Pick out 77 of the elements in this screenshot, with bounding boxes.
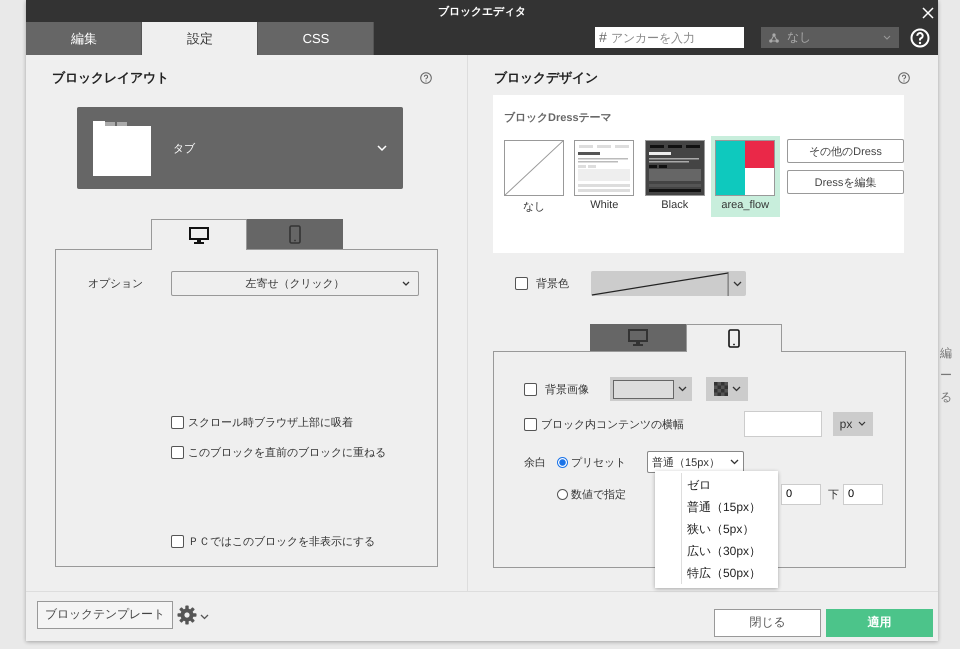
phone-icon bbox=[728, 329, 740, 348]
menu-item[interactable]: 狭い（5px） bbox=[687, 518, 778, 540]
dress-theme[interactable]: area_flow bbox=[710, 136, 780, 217]
checkbox-label: このブロックを直前のブロックに重ねる bbox=[188, 446, 386, 460]
caret-icon bbox=[678, 386, 687, 392]
checkbox-label: ブロック内コンテンツの横幅 bbox=[541, 418, 684, 432]
caret-icon bbox=[733, 280, 742, 286]
caret-icon bbox=[730, 459, 739, 465]
theme-thumbnail bbox=[574, 140, 634, 196]
width-field[interactable] bbox=[744, 411, 822, 437]
caret-icon bbox=[883, 34, 891, 40]
image-picker[interactable] bbox=[610, 377, 692, 401]
checkbox[interactable] bbox=[171, 446, 184, 459]
theme-thumbnail bbox=[504, 140, 564, 196]
window-title: ブロックエディタ bbox=[438, 4, 526, 18]
layout-select[interactable]: タブ bbox=[77, 107, 403, 189]
menu-item[interactable]: 広い（30px） bbox=[687, 540, 778, 562]
section-heading: ブロックデザイン bbox=[494, 69, 598, 87]
background-text: 編 bbox=[940, 345, 952, 361]
dress-theme[interactable]: なし bbox=[499, 136, 568, 217]
checkbox[interactable] bbox=[515, 277, 528, 290]
device-tab[interactable] bbox=[686, 324, 782, 352]
caret-icon[interactable] bbox=[200, 614, 209, 620]
background-text: ー bbox=[940, 367, 952, 383]
hash-sign: # bbox=[599, 29, 607, 45]
caret-icon bbox=[732, 386, 740, 392]
close-icon[interactable] bbox=[922, 7, 934, 19]
dress-button[interactable]: Dressを編集 bbox=[787, 170, 904, 194]
settings-icon[interactable] bbox=[177, 604, 197, 624]
menu-item[interactable]: 普通（15px） bbox=[687, 496, 778, 518]
option-label: オプション bbox=[88, 276, 144, 291]
checkbox[interactable] bbox=[171, 535, 184, 548]
unit-select[interactable]: px bbox=[833, 412, 873, 436]
checkbox-label: ＰＣではこのブロックを非表示にする bbox=[188, 534, 375, 549]
margin-label: 余白 bbox=[524, 456, 547, 471]
caret-icon bbox=[377, 144, 387, 152]
field-label: 下 bbox=[828, 488, 839, 502]
dress-theme[interactable]: Black bbox=[640, 136, 710, 217]
template-button[interactable]: ブロックテンプレート bbox=[37, 600, 173, 628]
monitor-icon bbox=[189, 226, 209, 244]
tab[interactable]: CSS bbox=[258, 22, 374, 55]
tab[interactable]: 編集 bbox=[26, 22, 142, 55]
color-picker[interactable] bbox=[591, 271, 746, 296]
margin-field[interactable]: 0 bbox=[781, 484, 821, 504]
radio-button[interactable] bbox=[557, 488, 568, 500]
checkbox-label: 背景画像 bbox=[545, 382, 589, 396]
monitor-icon bbox=[628, 329, 648, 346]
checkbox-label: 背景色 bbox=[536, 276, 569, 291]
caret-icon bbox=[402, 280, 410, 286]
network-icon bbox=[769, 32, 779, 42]
menu-item[interactable]: ゼロ bbox=[687, 474, 778, 496]
device-tab[interactable] bbox=[151, 219, 247, 250]
checker-icon bbox=[714, 382, 728, 396]
footer-button[interactable]: 閉じる bbox=[714, 608, 821, 636]
section-heading: ブロックレイアウト bbox=[52, 69, 169, 87]
dress-theme[interactable]: White bbox=[570, 136, 639, 217]
dress-button[interactable]: その他のDress bbox=[787, 139, 904, 163]
caret-icon bbox=[858, 421, 866, 427]
tab-layout-icon bbox=[93, 120, 151, 176]
tab[interactable]: 設定 bbox=[142, 22, 258, 55]
dress-label: ブロックDressテーマ bbox=[504, 112, 612, 124]
checkbox[interactable] bbox=[171, 416, 184, 429]
background-text: る bbox=[940, 389, 952, 405]
preset-select[interactable]: 普通（15px） bbox=[647, 451, 744, 473]
radio-button[interactable] bbox=[557, 456, 568, 468]
checkbox-label: スクロール時ブラウザ上部に吸着 bbox=[188, 416, 353, 430]
pattern-picker[interactable] bbox=[706, 377, 748, 401]
margin-field[interactable]: 0 bbox=[843, 484, 883, 504]
radio-label: 数値で指定 bbox=[571, 488, 626, 502]
checkbox[interactable] bbox=[524, 382, 537, 396]
checkbox[interactable] bbox=[524, 418, 537, 430]
phone-icon bbox=[289, 224, 301, 244]
theme-thumbnail bbox=[715, 140, 776, 196]
theme-thumbnail bbox=[644, 140, 705, 196]
radio-label: プリセット bbox=[571, 456, 626, 470]
menu-item[interactable]: 特広（50px） bbox=[687, 562, 778, 584]
option-select[interactable]: 左寄せ（クリック） bbox=[171, 271, 419, 296]
